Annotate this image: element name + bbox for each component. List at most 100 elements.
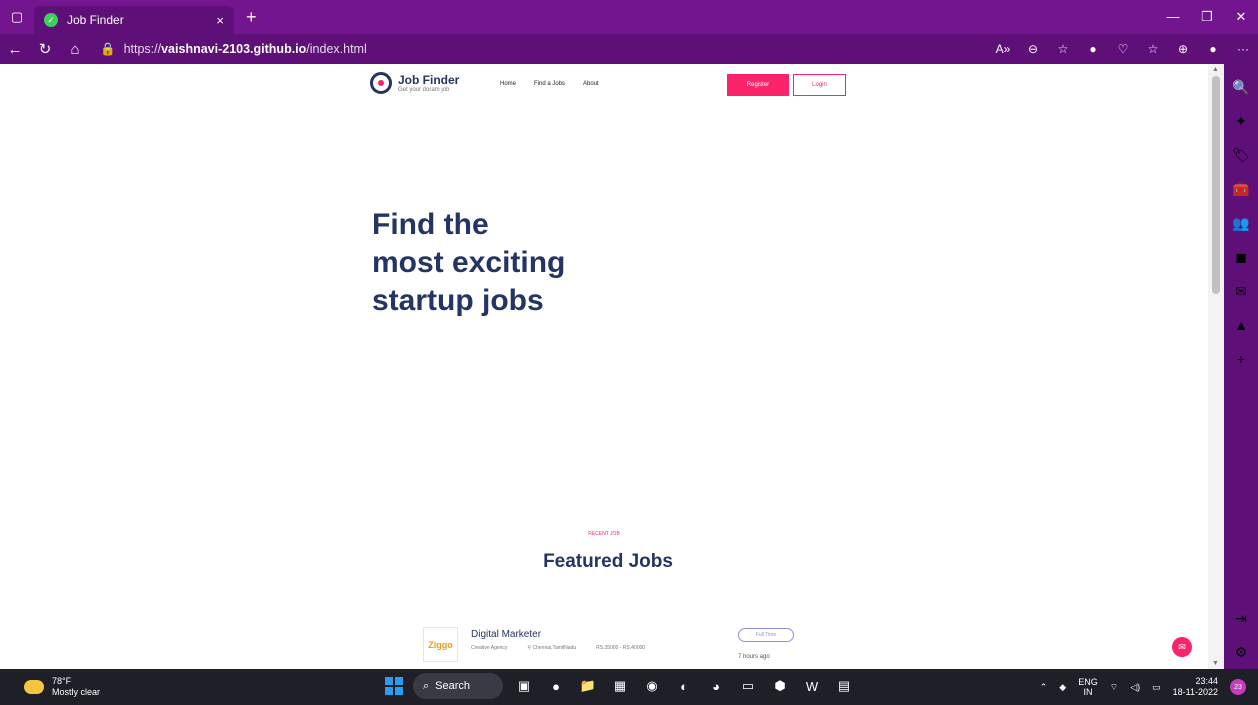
wifi-icon[interactable]: ⌔ <box>1110 682 1118 693</box>
collections-icon[interactable]: ⊕ <box>1168 42 1198 56</box>
system-tray: ⌃ ◆ ENG IN ⌔ ◁) ▭ 23:44 18-11-2022 23 <box>1040 669 1246 705</box>
file-explorer-icon[interactable]: 📁 <box>577 675 599 697</box>
taskbar-apps: ⌕ Search ▣ ● 📁 ▦ ◉ ◐ ◕ ▭ ⬢ W ▤ <box>385 673 855 699</box>
address-bar-actions: A» ⊖ ☆ ● ♡ ☆ ⊕ ● ··· <box>988 42 1258 56</box>
weather-icon <box>24 680 44 694</box>
word-icon[interactable]: W <box>801 675 823 697</box>
shopping-icon[interactable]: 🏷 <box>1232 138 1250 172</box>
scroll-down-icon[interactable]: ▼ <box>1212 660 1219 667</box>
teams-chat-icon[interactable]: ● <box>545 675 567 697</box>
terminal-icon[interactable]: ▭ <box>737 675 759 697</box>
start-icon[interactable] <box>385 677 403 695</box>
hero-heading: Find the most exciting startup jobs <box>372 206 565 320</box>
recent-job-label: RECENT JOB <box>588 531 620 537</box>
job-meta: Creative Agency ⚲ Chennai,TamilNadu RS.3… <box>471 645 645 651</box>
close-window-icon[interactable]: ✕ <box>1224 9 1258 25</box>
scroll-up-icon[interactable]: ▲ <box>1212 66 1219 73</box>
chevron-up-icon[interactable]: ⌃ <box>1040 682 1048 693</box>
profile-icon[interactable]: ● <box>1198 42 1228 56</box>
tools-icon[interactable]: 🧰 <box>1232 172 1249 206</box>
drop-icon[interactable]: ▲ <box>1234 308 1248 342</box>
restore-icon[interactable]: ❐ <box>1190 9 1224 25</box>
scroll-thumb[interactable] <box>1212 76 1220 294</box>
settings-icon[interactable]: ⚙ <box>1235 635 1248 669</box>
office-icon[interactable]: ◼ <box>1235 240 1247 274</box>
featured-jobs-title: Featured Jobs <box>543 551 673 572</box>
search-icon: ⌕ <box>423 679 430 692</box>
clock[interactable]: 23:44 18-11-2022 <box>1173 676 1218 698</box>
app-icon[interactable]: ⬢ <box>769 675 791 697</box>
add-icon[interactable]: + <box>1237 342 1245 376</box>
favorite-add-icon[interactable]: ☆ <box>1048 42 1078 56</box>
tab-title: Job Finder <box>67 13 124 27</box>
site-logo[interactable]: Job Finder Get your doram job <box>370 72 459 94</box>
sidebar-toggle-icon[interactable]: ⇥ <box>1235 601 1247 635</box>
volume-icon[interactable]: ◁) <box>1130 682 1140 693</box>
back-icon[interactable]: ← <box>0 41 30 58</box>
job-location: ⚲ Chennai,TamilNadu <box>527 645 577 651</box>
job-posted-time: 7 hours ago <box>738 654 770 660</box>
lock-icon: 🔒 <box>100 41 116 56</box>
weather-temp: 78°F <box>52 676 72 686</box>
hero-line: most exciting <box>372 246 566 279</box>
battery-icon[interactable]: ▭ <box>1152 682 1161 693</box>
zoom-icon[interactable]: ⊖ <box>1018 42 1048 56</box>
language-indicator[interactable]: ENG IN <box>1078 677 1098 697</box>
page-scrollbar[interactable]: ▲ ▼ <box>1208 64 1224 669</box>
notification-badge[interactable]: 23 <box>1230 679 1246 695</box>
chat-icon[interactable]: ✉ <box>1172 637 1192 657</box>
hero-line: startup jobs <box>372 284 544 317</box>
logo-name: Job Finder <box>398 73 460 87</box>
tab-close-icon[interactable]: × <box>216 13 224 28</box>
clock-time: 23:44 <box>1195 676 1218 686</box>
minimize-icon[interactable]: — <box>1156 9 1190 25</box>
search-icon[interactable]: 🔍 <box>1232 70 1249 104</box>
site-nav: Home Find a Jobs About <box>500 81 599 87</box>
site-favicon-icon: ✓ <box>44 13 58 27</box>
taskbar-search[interactable]: ⌕ Search <box>413 673 503 699</box>
job-salary: RS.35000 - RS.40000 <box>596 645 646 651</box>
job-company: Creative Agency <box>471 645 508 651</box>
tab-actions-icon[interactable]: ▢ <box>0 0 34 34</box>
nav-home[interactable]: Home <box>500 81 516 87</box>
favorites-icon[interactable]: ☆ <box>1138 42 1168 56</box>
register-button[interactable]: Register <box>727 74 789 96</box>
intellij-icon[interactable]: ▦ <box>609 675 631 697</box>
web-page: Job Finder Get your doram job Home Find … <box>0 64 1208 669</box>
weather-widget[interactable]: 78°F Mostly clear <box>24 676 100 698</box>
browser-sidebar: 🔍 ✦ 🏷 🧰 👥 ◼ ✉ ▲ + ⇥ ⚙ <box>1224 64 1258 669</box>
nav-find-jobs[interactable]: Find a Jobs <box>534 81 565 87</box>
pin-icon <box>370 72 392 94</box>
weather-condition: Mostly clear <box>52 687 101 697</box>
browser-tab[interactable]: ✓ Job Finder × <box>34 6 234 34</box>
window-controls: — ❐ ✕ <box>1156 9 1258 25</box>
hero-line: Find the <box>372 208 489 241</box>
task-view-icon[interactable]: ▣ <box>513 675 535 697</box>
more-options-icon[interactable]: ··· <box>1228 42 1258 56</box>
clock-date: 18-11-2022 <box>1172 687 1218 697</box>
refresh-icon[interactable]: ↻ <box>30 40 60 58</box>
nav-about[interactable]: About <box>583 81 599 87</box>
extension-icon[interactable]: ● <box>1078 42 1108 56</box>
url-text: https://vaishnavi-2103.github.io/index.h… <box>123 42 367 56</box>
search-label: Search <box>435 680 471 692</box>
address-bar: ← ↻ ⌂ 🔒 https://vaishnavi-2103.github.io… <box>0 34 1258 64</box>
home-icon[interactable]: ⌂ <box>60 41 90 58</box>
chrome-icon[interactable]: ◉ <box>641 675 663 697</box>
edge-icon[interactable]: ◕ <box>705 675 727 697</box>
url-field[interactable]: 🔒 https://vaishnavi-2103.github.io/index… <box>100 42 367 57</box>
browser-essentials-icon[interactable]: ♡ <box>1108 42 1138 56</box>
people-icon[interactable]: 👥 <box>1232 206 1249 240</box>
read-aloud-icon[interactable]: A» <box>988 42 1018 56</box>
copilot-icon[interactable]: ✦ <box>1235 104 1247 138</box>
login-button[interactable]: Login <box>793 74 846 96</box>
windows-taskbar: 78°F Mostly clear ⌕ Search ▣ ● 📁 ▦ ◉ ◐ ◕… <box>0 669 1258 705</box>
new-tab-icon[interactable]: + <box>246 7 257 28</box>
app-icon[interactable]: ◐ <box>673 675 695 697</box>
tray-app-icon[interactable]: ◆ <box>1059 682 1066 693</box>
job-title[interactable]: Digital Marketer <box>471 629 541 640</box>
job-type-badge[interactable]: Full Time <box>738 628 794 642</box>
logo-tagline: Get your doram job <box>398 87 450 93</box>
outlook-icon[interactable]: ✉ <box>1235 274 1247 308</box>
notepad-icon[interactable]: ▤ <box>833 675 855 697</box>
